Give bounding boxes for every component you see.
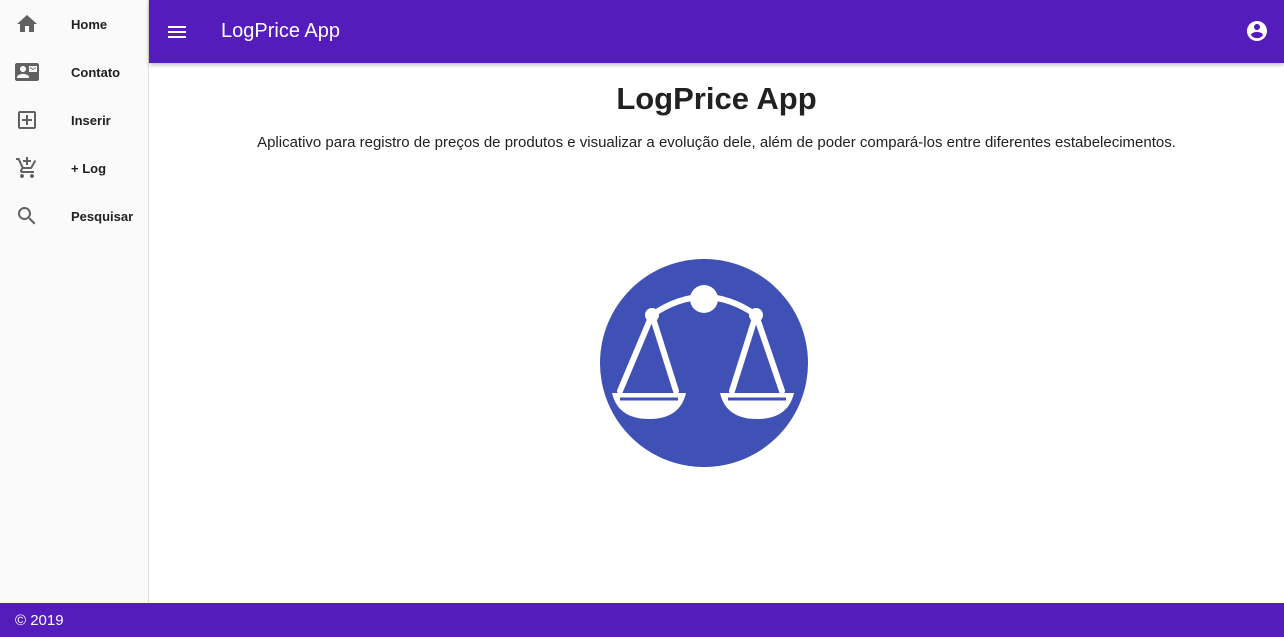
sidebar-item-home[interactable]: Home: [0, 0, 148, 48]
add-box-icon: [15, 108, 39, 132]
footer: © 2019: [0, 603, 1284, 637]
search-icon: [15, 204, 39, 228]
sidebar-item-label: Contato: [71, 64, 121, 80]
sidebar-item-inserir[interactable]: Inserir: [0, 96, 148, 144]
add-shopping-cart-icon: [15, 156, 39, 180]
page-description: Aplicativo para registro de preços de pr…: [257, 134, 1176, 151]
sidebar-item-log[interactable]: + Log: [0, 144, 148, 192]
sidebar: Home Contato Inserir + Log Pesquisar: [0, 0, 149, 603]
top-app-bar: LogPrice App: [149, 0, 1284, 63]
account-circle-icon[interactable]: [1245, 19, 1269, 43]
contact-mail-icon: [15, 60, 39, 84]
menu-icon[interactable]: [165, 20, 189, 44]
sidebar-item-pesquisar[interactable]: Pesquisar: [0, 192, 148, 240]
copyright-text: © 2019: [15, 611, 64, 629]
sidebar-item-label: Pesquisar: [71, 208, 134, 224]
app-title: LogPrice App: [221, 20, 340, 42]
sidebar-item-label: Home: [71, 16, 108, 32]
sidebar-item-contato[interactable]: Contato: [0, 48, 148, 96]
home-icon: [15, 12, 39, 36]
balance-scale-icon: [600, 259, 808, 467]
sidebar-item-label: + Log: [71, 160, 107, 176]
app-root: Home Contato Inserir + Log Pesquisar Log…: [0, 0, 1284, 637]
page-title: LogPrice App: [616, 81, 817, 116]
sidebar-item-label: Inserir: [71, 112, 111, 128]
main-content: LogPrice App Aplicativo para registro de…: [149, 63, 1284, 603]
